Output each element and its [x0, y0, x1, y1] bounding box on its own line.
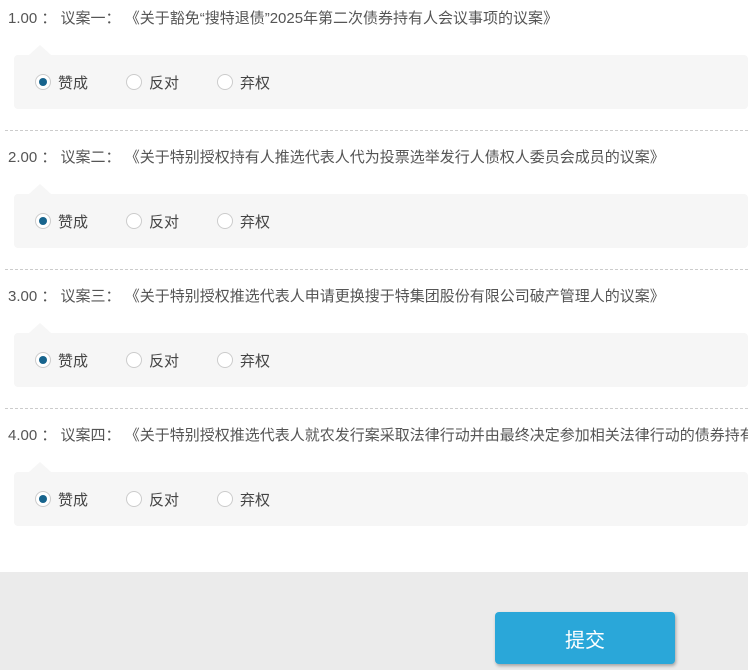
options-panel: 赞成 反对 弃权	[14, 184, 748, 248]
proposal-title: 4.00 ： 议案四： 《关于特别授权推选代表人就农发行案采取法律行动并由最终决…	[8, 427, 748, 444]
radio-selected-icon[interactable]	[35, 491, 51, 507]
radio-unselected-icon[interactable]	[217, 74, 234, 90]
option-label: 反对	[149, 213, 180, 231]
radio-unselected-icon[interactable]	[126, 352, 143, 368]
radio-selected-icon[interactable]	[35, 352, 51, 368]
option-label: 弃权	[240, 213, 271, 231]
option-label: 弃权	[240, 74, 271, 92]
vote-form: 1.00 ： 议案一： 《关于豁免“搜特退债”2025年第二次债券持有人会议事项…	[0, 0, 748, 526]
options-panel: 赞成 反对 弃权	[14, 462, 748, 526]
option-label: 反对	[149, 491, 180, 509]
option-label: 赞成	[58, 213, 89, 231]
radio-unselected-icon[interactable]	[126, 491, 143, 507]
dashed-divider	[5, 408, 748, 409]
radio-option-abstain[interactable]: 弃权	[217, 350, 270, 371]
radio-unselected-icon[interactable]	[126, 74, 143, 90]
radio-option-oppose[interactable]: 反对	[126, 211, 179, 232]
dashed-divider	[5, 269, 748, 270]
option-label: 赞成	[58, 491, 89, 509]
options-panel: 赞成 反对 弃权	[14, 45, 748, 109]
dashed-divider	[5, 130, 748, 131]
radio-option-approve[interactable]: 赞成	[35, 72, 88, 93]
radio-option-oppose[interactable]: 反对	[126, 350, 179, 371]
option-label: 赞成	[58, 352, 89, 370]
radio-unselected-icon[interactable]	[126, 213, 143, 229]
pointer-arrow-icon	[29, 462, 51, 472]
proposal-title: 2.00 ： 议案二： 《关于特别授权持有人推选代表人代为投票选举发行人债权人委…	[8, 149, 665, 166]
radio-option-oppose[interactable]: 反对	[126, 489, 179, 510]
pointer-arrow-icon	[29, 45, 51, 55]
option-label: 弃权	[240, 491, 271, 509]
radio-option-oppose[interactable]: 反对	[126, 72, 179, 93]
options-panel: 赞成 反对 弃权	[14, 323, 748, 387]
proposal-item-2: 2.00 ： 议案二： 《关于特别授权持有人推选代表人代为投票选举发行人债权人委…	[0, 148, 748, 270]
proposal-item-4: 4.00 ： 议案四： 《关于特别授权推选代表人就农发行案采取法律行动并由最终决…	[0, 426, 748, 526]
radio-option-abstain[interactable]: 弃权	[217, 489, 270, 510]
radio-option-approve[interactable]: 赞成	[35, 489, 88, 510]
submit-button[interactable]: 提交	[495, 612, 675, 664]
footer-bar: 提交	[0, 572, 748, 670]
radio-option-abstain[interactable]: 弃权	[217, 211, 270, 232]
proposal-title: 3.00 ： 议案三： 《关于特别授权推选代表人申请更换搜于特集团股份有限公司破…	[8, 288, 665, 305]
pointer-arrow-icon	[29, 323, 51, 333]
proposal-item-1: 1.00 ： 议案一： 《关于豁免“搜特退债”2025年第二次债券持有人会议事项…	[0, 9, 748, 131]
radio-unselected-icon[interactable]	[217, 491, 234, 507]
radio-option-approve[interactable]: 赞成	[35, 350, 88, 371]
proposal-title: 1.00 ： 议案一： 《关于豁免“搜特退债”2025年第二次债券持有人会议事项…	[8, 10, 559, 27]
option-label: 弃权	[240, 352, 271, 370]
radio-selected-icon[interactable]	[35, 213, 51, 229]
radio-option-approve[interactable]: 赞成	[35, 211, 88, 232]
option-label: 反对	[149, 352, 180, 370]
radio-selected-icon[interactable]	[35, 74, 51, 90]
proposal-item-3: 3.00 ： 议案三： 《关于特别授权推选代表人申请更换搜于特集团股份有限公司破…	[0, 287, 748, 409]
radio-unselected-icon[interactable]	[217, 213, 234, 229]
radio-option-abstain[interactable]: 弃权	[217, 72, 270, 93]
radio-unselected-icon[interactable]	[217, 352, 234, 368]
option-label: 赞成	[58, 74, 89, 92]
pointer-arrow-icon	[29, 184, 51, 194]
option-label: 反对	[149, 74, 180, 92]
